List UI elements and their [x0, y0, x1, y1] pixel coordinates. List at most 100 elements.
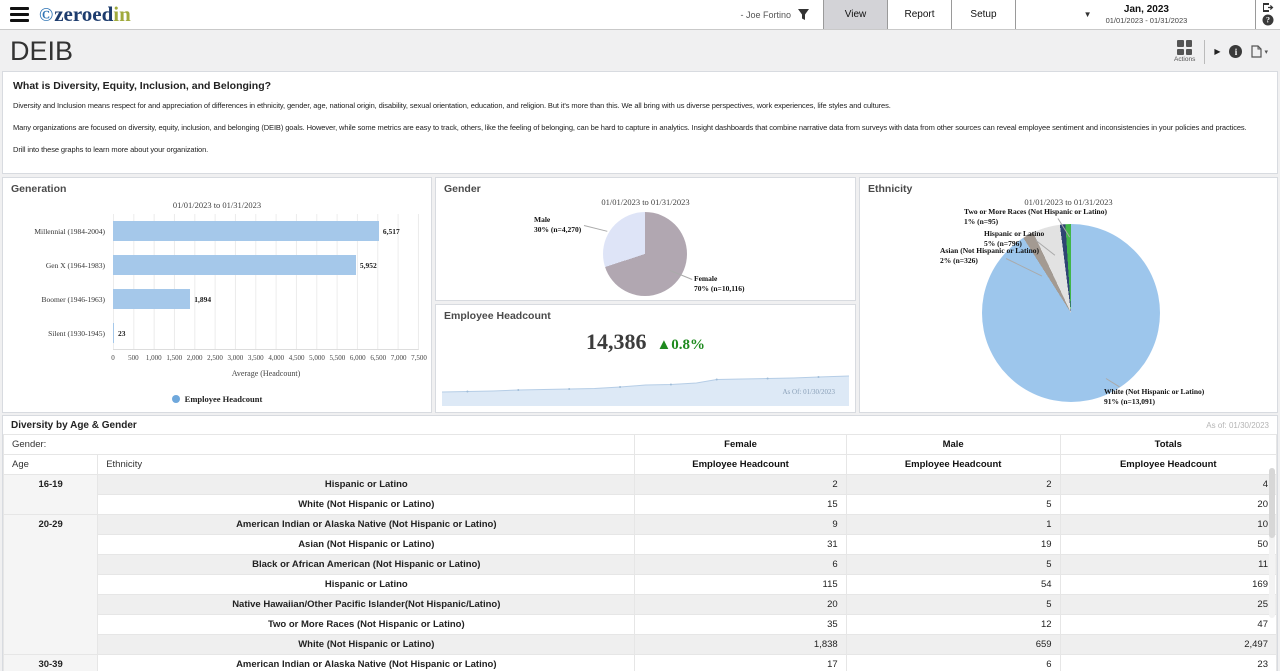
bar-value-label: 5,952 — [360, 261, 377, 270]
period-label: Jan, 2023 — [1106, 4, 1188, 15]
male-headcount-cell: 5 — [846, 495, 1060, 515]
female-headcount-cell: 1,838 — [635, 635, 846, 655]
intro-heading: What is Diversity, Equity, Inclusion, an… — [13, 80, 1267, 92]
table-row[interactable]: Native Hawaiian/Other Pacific Islander(N… — [4, 595, 1277, 615]
nav-tabs: ViewReportSetup — [824, 0, 1016, 29]
male-headcount-cell: 12 — [846, 615, 1060, 635]
period-selector[interactable]: ▼ Jan, 2023 01/01/2023 - 01/31/2023 — [1016, 0, 1256, 29]
employee-headcount-card[interactable]: Employee Headcount 14,386▲0.8% As Of: 01… — [435, 304, 856, 413]
table-scrollbar[interactable] — [1269, 468, 1275, 618]
table-scrollbar-thumb[interactable] — [1269, 468, 1275, 538]
generation-bars: 6,5175,9521,89423 — [113, 214, 419, 350]
totals-headcount-header[interactable]: Employee Headcount — [1060, 455, 1276, 475]
total-headcount-cell: 47 — [1060, 615, 1276, 635]
ethnicity-cell: White (Not Hispanic or Latino) — [98, 635, 635, 655]
actions-label: Actions — [1174, 56, 1195, 63]
ethnicity-cell: Asian (Not Hispanic or Latino) — [98, 535, 635, 555]
table-row[interactable]: Two or More Races (Not Hispanic or Latin… — [4, 615, 1277, 635]
generation-chart-title: Generation — [3, 178, 431, 197]
total-headcount-cell: 20 — [1060, 495, 1276, 515]
bar[interactable] — [113, 255, 356, 275]
total-headcount-cell: 169 — [1060, 575, 1276, 595]
female-headcount-cell: 15 — [635, 495, 846, 515]
generation-plot-area: 6,5175,9521,89423 — [113, 214, 419, 350]
ethnicity-cell: Two or More Races (Not Hispanic or Latin… — [98, 615, 635, 635]
ethnicity-cell: Hispanic or Latino — [98, 475, 635, 495]
filter-icon[interactable] — [797, 8, 810, 21]
category-label: Boomer (1946-1963) — [9, 282, 111, 316]
age-group-cell: 30-39 — [4, 655, 98, 671]
bar-row: 6,517 — [113, 214, 419, 248]
ethnicity-cell: Hispanic or Latino — [98, 575, 635, 595]
collapse-arrow-icon[interactable]: ▶ — [1214, 47, 1220, 56]
intro-paragraphs: Diversity and Inclusion means respect fo… — [13, 101, 1267, 154]
tab-setup[interactable]: Setup — [951, 0, 1016, 29]
export-caret-icon: ▾ — [1264, 48, 1268, 56]
male-headcount-cell: 5 — [846, 595, 1060, 615]
table-row[interactable]: 20-29American Indian or Alaska Native (N… — [4, 515, 1277, 535]
ethnicity-cell: American Indian or Alaska Native (Not Hi… — [98, 515, 635, 535]
male-headcount-header[interactable]: Employee Headcount — [846, 455, 1060, 475]
tab-view[interactable]: View — [823, 0, 888, 29]
age-group-cell: 16-19 — [4, 475, 98, 515]
logout-icon[interactable] — [1262, 2, 1274, 13]
help-icon[interactable]: ? — [1262, 14, 1274, 26]
diversity-table: Gender: Female Male Totals Age Ethnicity… — [3, 434, 1277, 671]
ethnicity-two-or-more-label: Two or More Races (Not Hispanic or Latin… — [964, 207, 1107, 227]
total-headcount-cell: 25 — [1060, 595, 1276, 615]
bar[interactable] — [113, 323, 114, 343]
user-name: - Joe Fortino — [740, 10, 791, 20]
chevron-down-icon[interactable]: ▼ — [1084, 10, 1092, 19]
generation-category-labels: Millennial (1984-2004)Gen X (1964-1983)B… — [9, 214, 111, 350]
axis-tick-label: 2,500 — [207, 354, 223, 362]
menu-icon[interactable] — [10, 7, 29, 22]
age-column-header[interactable]: Age — [4, 455, 98, 475]
ethnicity-cell: American Indian or Alaska Native (Not Hi… — [98, 655, 635, 671]
table-row[interactable]: 16-19Hispanic or Latino224 — [4, 475, 1277, 495]
female-headcount-cell: 35 — [635, 615, 846, 635]
ethnicity-column-header[interactable]: Ethnicity — [98, 455, 635, 475]
actions-button[interactable]: Actions — [1174, 40, 1195, 63]
gender-chart-title: Gender — [436, 178, 855, 197]
male-headcount-cell: 6 — [846, 655, 1060, 671]
column-group-totals[interactable]: Totals — [1060, 435, 1276, 455]
headcount-card-title: Employee Headcount — [436, 305, 855, 324]
bar[interactable] — [113, 221, 379, 241]
female-headcount-header[interactable]: Employee Headcount — [635, 455, 846, 475]
generation-legend[interactable]: Employee Headcount — [3, 394, 431, 404]
info-icon[interactable]: i — [1229, 45, 1242, 58]
tab-report[interactable]: Report — [887, 0, 952, 29]
table-row[interactable]: Hispanic or Latino11554169 — [4, 575, 1277, 595]
bar-row: 5,952 — [113, 248, 419, 282]
export-button[interactable]: ▾ — [1251, 45, 1268, 58]
male-headcount-cell: 19 — [846, 535, 1060, 555]
axis-tick-label: 5,000 — [309, 354, 325, 362]
table-as-of: As of: 01/30/2023 — [1206, 421, 1269, 430]
page-title: DEIB — [10, 36, 73, 67]
table-row[interactable]: Black or African American (Not Hispanic … — [4, 555, 1277, 575]
male-headcount-cell: 5 — [846, 555, 1060, 575]
generation-chart-card[interactable]: Generation 01/01/2023 to 01/31/2023 Mill… — [2, 177, 432, 413]
ethnicity-cell: Native Hawaiian/Other Pacific Islander(N… — [98, 595, 635, 615]
table-row[interactable]: Asian (Not Hispanic or Latino)311950 — [4, 535, 1277, 555]
axis-tick-label: 1,500 — [166, 354, 182, 362]
axis-tick-label: 4,000 — [268, 354, 284, 362]
table-group-header-row: Gender: Female Male Totals — [4, 435, 1277, 455]
gender-header-label: Gender: — [4, 435, 635, 455]
table-row[interactable]: White (Not Hispanic or Latino)15520 — [4, 495, 1277, 515]
generation-chart-subtitle: 01/01/2023 to 01/31/2023 — [3, 200, 431, 210]
male-headcount-cell: 1 — [846, 515, 1060, 535]
column-group-female[interactable]: Female — [635, 435, 846, 455]
gender-chart-card[interactable]: Gender 01/01/2023 to 01/31/2023 Male 30%… — [435, 177, 856, 301]
ethnicity-chart-card[interactable]: Ethnicity 01/01/2023 to 01/31/2023 Two o… — [859, 177, 1278, 413]
axis-tick-label: 4,500 — [289, 354, 305, 362]
intro-paragraph: Drill into these graphs to learn more ab… — [13, 145, 1267, 154]
column-group-male[interactable]: Male — [846, 435, 1060, 455]
female-headcount-cell: 20 — [635, 595, 846, 615]
male-headcount-cell: 54 — [846, 575, 1060, 595]
gender-pie[interactable] — [603, 212, 687, 296]
table-row[interactable]: White (Not Hispanic or Latino)1,8386592,… — [4, 635, 1277, 655]
zeroedin-logo[interactable]: ©zeroedin — [39, 4, 131, 25]
table-row[interactable]: 30-39American Indian or Alaska Native (N… — [4, 655, 1277, 671]
bar[interactable] — [113, 289, 190, 309]
